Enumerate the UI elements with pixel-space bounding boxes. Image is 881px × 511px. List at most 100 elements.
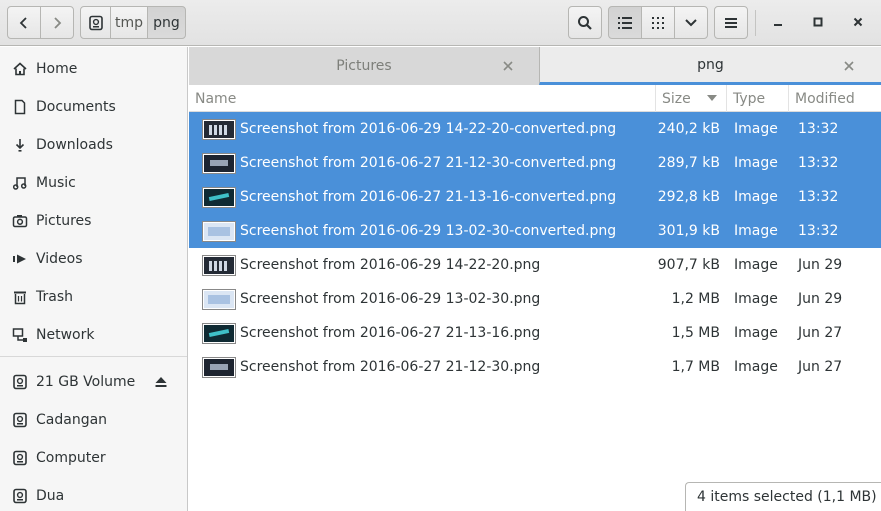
sidebar-item-21gb-volume[interactable]: 21 GB Volume xyxy=(0,364,187,400)
file-name: Screenshot from 2016-06-27 21-12-30-conv… xyxy=(240,155,617,171)
file-modified: 13:32 xyxy=(798,155,839,171)
sidebar-item-home[interactable]: Home xyxy=(0,51,187,87)
file-row[interactable]: Screenshot from 2016-06-29 14-22-20.png 9… xyxy=(189,248,881,282)
sidebar-item-network[interactable]: Network xyxy=(0,317,187,353)
path-segment-label: tmp xyxy=(114,14,143,31)
image-thumbnail-icon xyxy=(203,358,235,377)
drive-icon xyxy=(12,412,28,428)
sidebar-item-label: Trash xyxy=(36,289,73,305)
sidebar-separator xyxy=(0,356,187,357)
file-type: Image xyxy=(734,121,778,137)
sidebar-item-pictures[interactable]: Pictures xyxy=(0,203,187,239)
file-size: 1,2 MB xyxy=(671,291,720,307)
file-type: Image xyxy=(734,189,778,205)
sidebar-item-dua[interactable]: Dua xyxy=(0,478,187,511)
menu-button[interactable] xyxy=(714,6,748,39)
grid-icon xyxy=(652,16,664,29)
sidebar-item-videos[interactable]: Videos xyxy=(0,241,187,277)
tab-bar: Pictures png xyxy=(189,47,881,85)
path-segment-png[interactable]: png xyxy=(147,6,186,39)
file-row[interactable]: Screenshot from 2016-06-27 21-12-30.png 1… xyxy=(189,350,881,384)
header-separator xyxy=(755,10,756,36)
drive-icon xyxy=(12,488,28,504)
camera-icon xyxy=(12,213,28,229)
column-header-size[interactable]: Size xyxy=(656,85,727,112)
sidebar-item-label: Downloads xyxy=(36,137,113,153)
hamburger-icon xyxy=(725,17,737,28)
image-thumbnail-icon xyxy=(203,154,235,173)
path-segment-tmp[interactable]: tmp xyxy=(110,6,148,39)
drive-icon xyxy=(12,374,28,390)
file-modified: 13:32 xyxy=(798,121,839,137)
file-row[interactable]: Screenshot from 2016-06-27 21-12-30-conv… xyxy=(189,146,881,180)
file-name: Screenshot from 2016-06-27 21-13-16.png xyxy=(240,325,541,341)
image-thumbnail-icon xyxy=(203,290,235,309)
path-segment-label: png xyxy=(153,14,180,31)
file-name: Screenshot from 2016-06-29 14-22-20-conv… xyxy=(240,121,617,137)
back-button[interactable] xyxy=(7,6,41,39)
eject-icon[interactable] xyxy=(154,375,168,389)
image-thumbnail-icon xyxy=(203,188,235,207)
file-name: Screenshot from 2016-06-29 13-02-30.png xyxy=(240,291,541,307)
column-header-type[interactable]: Type xyxy=(727,85,789,112)
list-icon xyxy=(618,16,632,29)
file-size: 1,5 MB xyxy=(671,325,720,341)
file-size: 301,9 kB xyxy=(657,223,720,239)
sidebar-item-label: Network xyxy=(36,327,95,343)
sidebar-item-cadangan[interactable]: Cadangan xyxy=(0,402,187,438)
trash-icon xyxy=(12,289,28,305)
sidebar-item-trash[interactable]: Trash xyxy=(0,279,187,315)
search-icon xyxy=(578,15,592,30)
download-icon xyxy=(12,137,28,153)
file-type: Image xyxy=(734,291,778,307)
search-button[interactable] xyxy=(568,6,602,39)
file-name: Screenshot from 2016-06-27 21-13-16-conv… xyxy=(240,189,617,205)
view-options-button[interactable] xyxy=(674,6,708,39)
file-type: Image xyxy=(734,257,778,273)
sidebar-item-computer[interactable]: Computer xyxy=(0,440,187,476)
drive-icon xyxy=(12,450,28,466)
path-bar: tmp png xyxy=(80,6,186,39)
sidebar-item-label: 21 GB Volume xyxy=(36,374,136,390)
sidebar-item-label: Documents xyxy=(36,99,116,115)
sidebar-item-downloads[interactable]: Downloads xyxy=(0,127,187,163)
column-label: Type xyxy=(733,90,766,107)
file-row[interactable]: Screenshot from 2016-06-27 21-13-16-conv… xyxy=(189,180,881,214)
close-tab-icon[interactable] xyxy=(501,59,515,73)
view-buttons xyxy=(608,6,708,39)
sidebar-item-music[interactable]: Music xyxy=(0,165,187,201)
path-root-button[interactable] xyxy=(80,6,111,39)
column-label: Modified xyxy=(795,90,855,107)
grid-view-button[interactable] xyxy=(641,6,675,39)
close-tab-icon[interactable] xyxy=(842,59,856,73)
file-type: Image xyxy=(734,359,778,375)
sidebar-item-label: Home xyxy=(36,61,78,77)
sidebar-item-label: Cadangan xyxy=(36,412,108,428)
sidebar-item-label: Dua xyxy=(36,488,65,504)
forward-button[interactable] xyxy=(40,6,74,39)
file-row[interactable]: Screenshot from 2016-06-29 14-22-20-conv… xyxy=(189,112,881,146)
chevron-left-icon xyxy=(19,16,27,29)
column-header-name[interactable]: Name xyxy=(189,85,656,112)
minimize-button[interactable] xyxy=(764,8,792,36)
column-header-modified[interactable]: Modified xyxy=(789,85,881,112)
close-window-button[interactable] xyxy=(844,8,872,36)
file-type: Image xyxy=(734,325,778,341)
maximize-button[interactable] xyxy=(804,8,832,36)
column-label: Size xyxy=(662,90,691,107)
tab-pictures[interactable]: Pictures xyxy=(189,47,539,85)
file-row[interactable]: Screenshot from 2016-06-29 13-02-30.png 1… xyxy=(189,282,881,316)
file-modified: Jun 29 xyxy=(798,257,843,273)
tab-png[interactable]: png xyxy=(539,47,881,85)
list-view-button[interactable] xyxy=(608,6,642,39)
sidebar-item-documents[interactable]: Documents xyxy=(0,89,187,125)
sidebar-item-label: Pictures xyxy=(36,213,92,229)
sort-descending-icon xyxy=(707,95,717,101)
video-icon xyxy=(12,251,28,267)
chevron-down-icon xyxy=(685,18,697,26)
file-modified: 13:32 xyxy=(798,189,839,205)
file-row[interactable]: Screenshot from 2016-06-29 13-02-30-conv… xyxy=(189,214,881,248)
sidebar-item-label: Music xyxy=(36,175,76,191)
file-row[interactable]: Screenshot from 2016-06-27 21-13-16.png 1… xyxy=(189,316,881,350)
file-name: Screenshot from 2016-06-27 21-12-30.png xyxy=(240,359,541,375)
